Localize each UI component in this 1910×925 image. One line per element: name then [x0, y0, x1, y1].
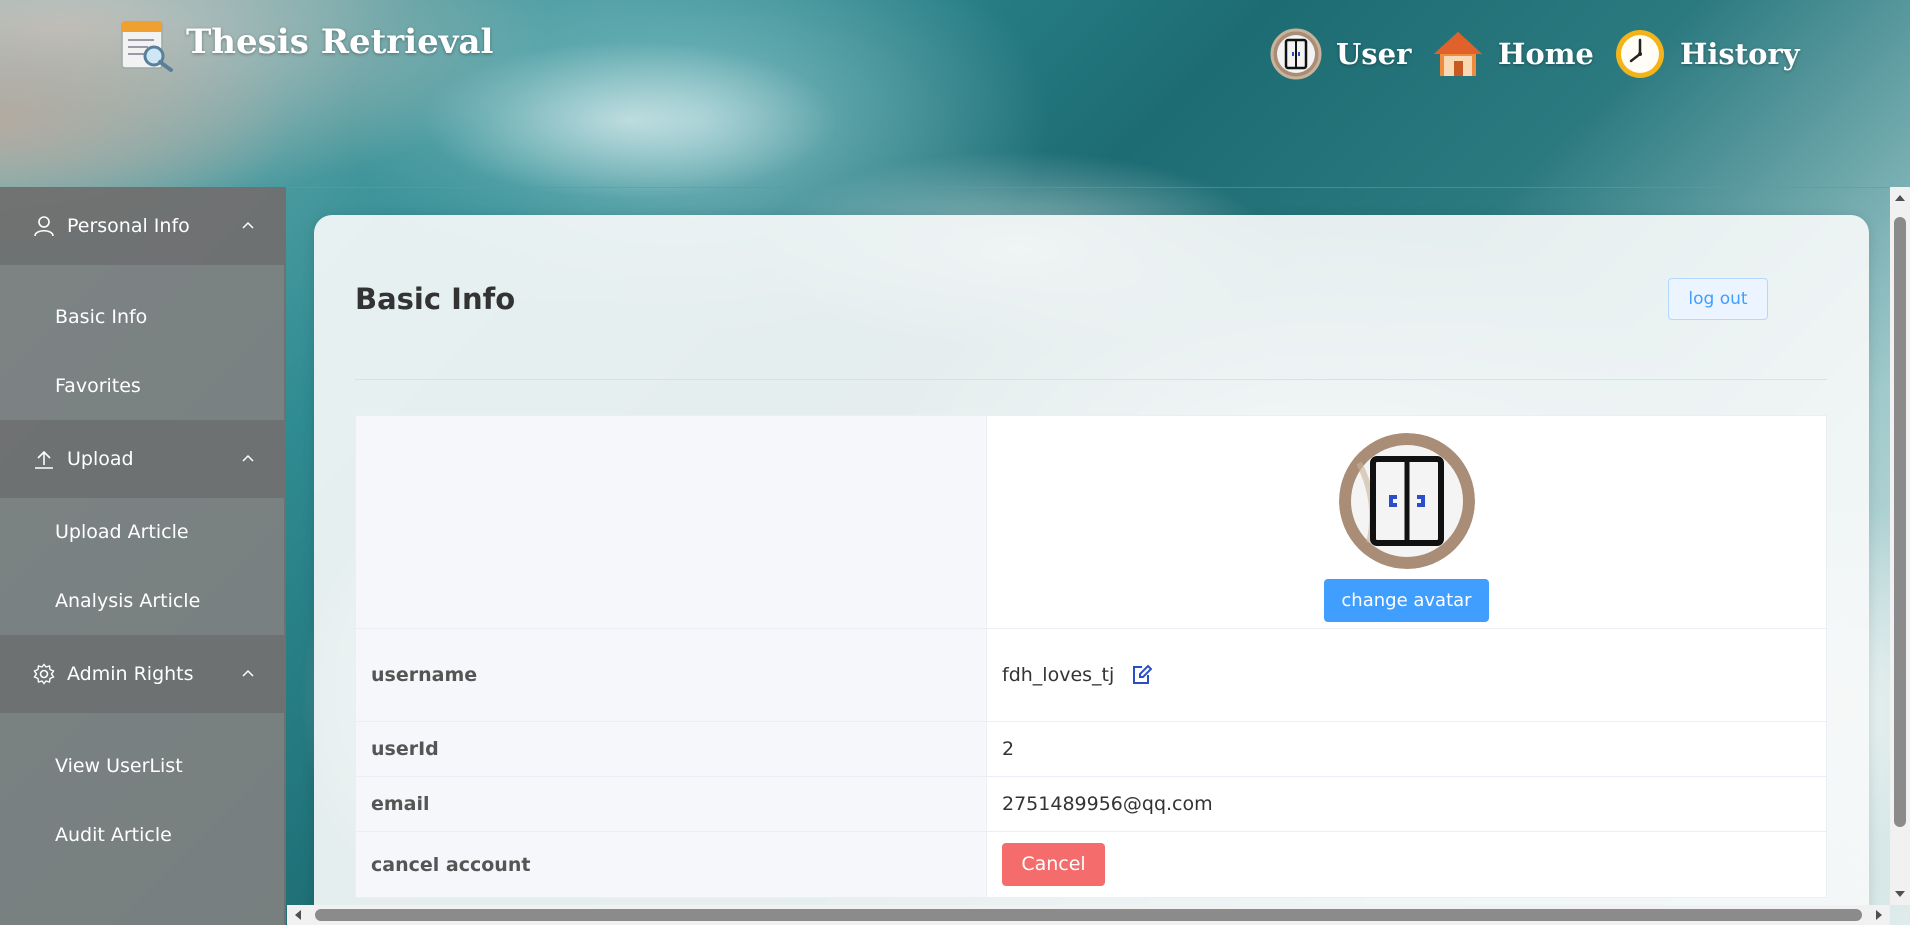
top-header: Thesis Retrieval User Home History	[0, 0, 1910, 188]
nav-user-label: User	[1336, 37, 1412, 71]
table-row-userid: userId 2	[355, 721, 1827, 777]
nav-history[interactable]: History	[1614, 27, 1800, 81]
vertical-scrollbar[interactable]	[1890, 187, 1910, 905]
info-table: change avatar username fdh_loves_tj user…	[355, 415, 1827, 898]
upload-icon	[35, 450, 53, 469]
sidebar-item-audit-article[interactable]: Audit Article	[0, 800, 284, 869]
sidebar-item-label: Basic Info	[55, 305, 148, 328]
nav-home-label: Home	[1498, 37, 1594, 71]
sidebar-group-personal-info[interactable]: Personal Info	[0, 187, 284, 265]
sidebar-item-label: Audit Article	[55, 823, 172, 846]
house-icon	[1434, 32, 1482, 76]
nav-history-label: History	[1680, 37, 1800, 71]
sidebar-item-label: Analysis Article	[55, 589, 201, 612]
sidebar-item-label: Upload Article	[55, 520, 189, 543]
username-value: fdh_loves_tj	[1002, 663, 1115, 686]
user-icon	[34, 216, 54, 237]
gear-icon	[33, 663, 55, 685]
sidebar-group-label: Personal Info	[67, 215, 190, 237]
username-label: username	[355, 628, 987, 722]
sidebar-group-upload[interactable]: Upload	[0, 420, 284, 498]
clock-icon	[1616, 30, 1664, 78]
door-icon	[1270, 28, 1322, 80]
sidebar-item-view-userlist[interactable]: View UserList	[0, 731, 284, 800]
nav-home[interactable]: Home	[1432, 27, 1594, 81]
document-search-icon	[121, 21, 173, 72]
change-avatar-button[interactable]: change avatar	[1324, 578, 1489, 622]
avatar-label-cell	[355, 415, 987, 629]
email-value: 2751489956@qq.com	[986, 776, 1827, 832]
sidebar-item-label: View UserList	[55, 754, 183, 777]
cancel-account-label: cancel account	[355, 831, 987, 898]
basic-info-card: Basic Info log out change avatar usernam…	[314, 215, 1869, 925]
chevron-up-icon	[242, 221, 254, 229]
sidebar-group-admin-rights[interactable]: Admin Rights	[0, 635, 284, 713]
sidebar-item-upload-article[interactable]: Upload Article	[0, 497, 284, 566]
scroll-down-arrow-icon[interactable]	[1890, 885, 1910, 903]
vertical-scroll-thumb[interactable]	[1894, 217, 1906, 827]
userid-label: userId	[355, 721, 987, 777]
chevron-up-icon	[242, 669, 254, 677]
logout-button[interactable]: log out	[1668, 278, 1768, 320]
sidebar-item-basic-info[interactable]: Basic Info	[0, 282, 284, 351]
horizontal-scrollbar[interactable]	[287, 905, 1890, 925]
cancel-account-button[interactable]: Cancel	[1002, 843, 1105, 886]
chevron-up-icon	[242, 454, 254, 462]
sidebar-item-analysis-article[interactable]: Analysis Article	[0, 566, 284, 635]
cancel-account-cell: Cancel	[986, 831, 1827, 898]
avatar-cell: change avatar	[986, 415, 1827, 629]
sidebar-group-label: Upload	[67, 448, 134, 470]
sidebar-item-favorites[interactable]: Favorites	[0, 351, 284, 420]
username-cell: fdh_loves_tj	[986, 628, 1827, 722]
table-row-avatar: change avatar	[355, 415, 1827, 629]
table-row-username: username fdh_loves_tj	[355, 628, 1827, 722]
table-row-cancel-account: cancel account Cancel	[355, 831, 1827, 898]
scroll-right-arrow-icon[interactable]	[1870, 905, 1888, 925]
horizontal-scroll-thumb[interactable]	[315, 909, 1862, 921]
userid-value: 2	[986, 721, 1827, 777]
edit-icon[interactable]	[1130, 664, 1153, 686]
app-title: Thesis Retrieval	[186, 22, 494, 62]
divider	[355, 379, 1827, 380]
nav-user[interactable]: User	[1270, 27, 1411, 81]
table-row-email: email 2751489956@qq.com	[355, 776, 1827, 832]
sidebar: Personal Info Basic Info Favorites Uploa…	[0, 187, 286, 925]
sidebar-item-label: Favorites	[55, 374, 141, 397]
avatar	[1338, 432, 1475, 569]
email-label: email	[355, 776, 987, 832]
scroll-left-arrow-icon[interactable]	[289, 905, 307, 925]
page-title: Basic Info	[355, 282, 516, 316]
scroll-up-arrow-icon[interactable]	[1890, 189, 1910, 207]
sidebar-group-label: Admin Rights	[67, 663, 194, 685]
